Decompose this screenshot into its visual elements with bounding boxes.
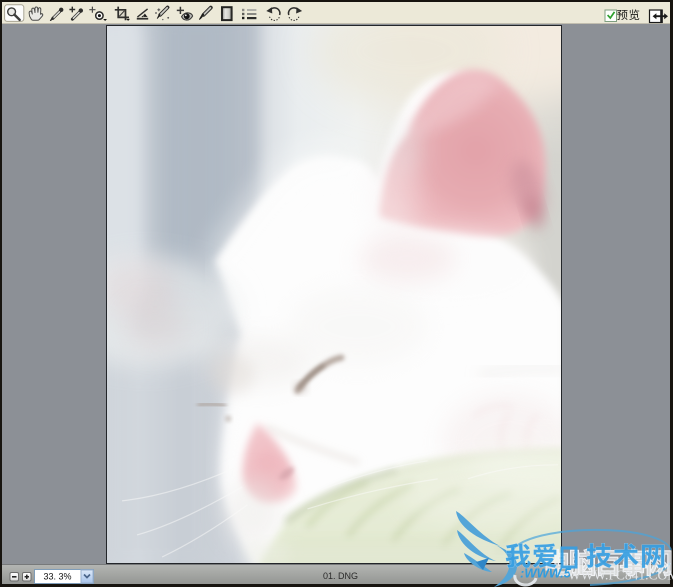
svg-text:WWW.PC841.COM: WWW.PC841.COM — [568, 568, 673, 583]
svg-text::WWW.5: :WWW.5 — [520, 566, 572, 581]
svg-text:33. 3%: 33. 3% — [44, 572, 72, 582]
svg-text:01. DNG: 01. DNG — [323, 571, 358, 581]
